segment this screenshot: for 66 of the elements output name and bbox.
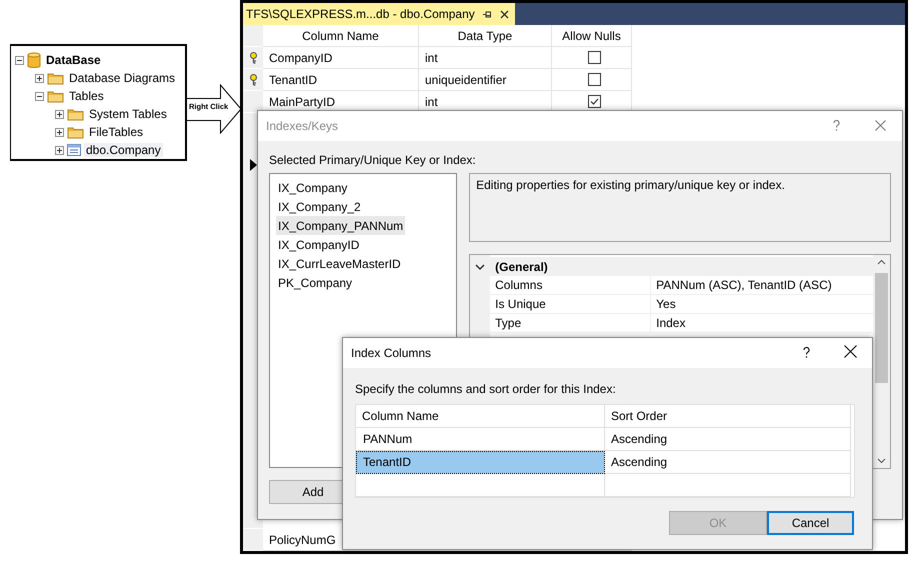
chevron-icon[interactable] <box>475 262 486 270</box>
tree-item[interactable]: FileTables <box>87 125 146 139</box>
table-cell[interactable]: TenantID <box>356 451 605 474</box>
property-value[interactable]: Yes <box>650 295 873 314</box>
property-value[interactable]: PANNum (ASC), TenantID (ASC) <box>650 276 873 295</box>
tree-item[interactable]: System Tables <box>87 107 169 121</box>
checkbox[interactable] <box>588 51 601 64</box>
folder-icon <box>67 108 84 120</box>
table-cell: int <box>419 47 552 69</box>
collapse-icon[interactable] <box>15 56 24 64</box>
table-cell: CompanyID <box>263 47 419 69</box>
column-header[interactable]: Data Type <box>419 25 552 47</box>
description-text: Editing properties for existing primary/unique key or index. <box>469 173 891 242</box>
column-header[interactable]: Column Name <box>263 25 419 47</box>
column-header[interactable]: Allow Nulls <box>552 25 632 47</box>
collapse-icon[interactable] <box>35 92 44 100</box>
table-cell[interactable] <box>356 474 605 497</box>
table-icon <box>67 144 81 156</box>
pin-icon[interactable] <box>482 10 492 18</box>
folder-icon <box>47 90 64 102</box>
tree-item[interactable]: Tables <box>67 89 106 103</box>
folder-icon <box>67 126 84 138</box>
expand-icon[interactable] <box>35 74 44 82</box>
close-icon[interactable] <box>500 10 509 18</box>
tree-item[interactable]: Database Diagrams <box>67 71 178 85</box>
expand-icon[interactable] <box>55 146 64 154</box>
category-label: (General) <box>494 260 549 274</box>
property-name: Is Unique <box>490 295 650 314</box>
checkbox[interactable] <box>588 95 601 108</box>
dialog-title: Index Columns <box>351 346 432 360</box>
tree-item[interactable]: dbo.Company <box>84 143 163 157</box>
key-icon <box>248 74 258 86</box>
checkbox[interactable] <box>588 73 601 86</box>
tree-item[interactable]: DataBase <box>44 53 103 67</box>
index-item[interactable]: IX_Company_2 <box>276 197 363 216</box>
dialog-title: Indexes/Keys <box>266 119 340 133</box>
table-cell: TenantID <box>263 69 419 91</box>
close-icon[interactable] <box>844 345 856 358</box>
scroll-down-icon[interactable] <box>877 458 886 464</box>
list-label: Selected Primary/Unique Key or Index: <box>269 153 477 167</box>
table-cell[interactable]: PANNum <box>356 428 605 451</box>
key-icon <box>248 52 258 64</box>
property-name: Type <box>490 314 650 333</box>
table-cell[interactable]: Ascending <box>605 428 851 451</box>
index-item[interactable]: IX_CurrLeaveMasterID <box>276 254 403 273</box>
table-cell: uniqueidentifier <box>419 69 552 91</box>
help-icon[interactable] <box>802 346 810 358</box>
document-tab[interactable]: TFS\SQLEXPRESS.m...db - dbo.Company <box>243 3 515 25</box>
instruction-text: Specify the columns and sort order for this Index: <box>355 382 617 396</box>
index-item[interactable]: IX_Company <box>276 178 350 197</box>
property-value[interactable]: Index <box>650 314 873 333</box>
column-header[interactable]: Column Name <box>356 405 605 428</box>
table-cell[interactable]: Ascending <box>605 451 851 474</box>
index-item[interactable]: PK_Company <box>276 273 354 292</box>
database-icon <box>27 52 41 68</box>
expand-icon[interactable] <box>55 110 64 118</box>
index-item[interactable]: IX_CompanyID <box>276 235 362 254</box>
cancel-button[interactable]: Cancel <box>767 511 854 535</box>
property-name: Columns <box>490 276 650 295</box>
column-header[interactable]: Sort Order <box>605 405 851 428</box>
table-cell[interactable] <box>605 474 851 497</box>
expand-icon[interactable] <box>55 128 64 136</box>
folder-icon <box>47 72 64 84</box>
index-item[interactable]: IX_Company_PANNum <box>276 216 406 235</box>
scrollbar[interactable] <box>873 255 890 468</box>
scroll-up-icon[interactable] <box>877 259 886 265</box>
